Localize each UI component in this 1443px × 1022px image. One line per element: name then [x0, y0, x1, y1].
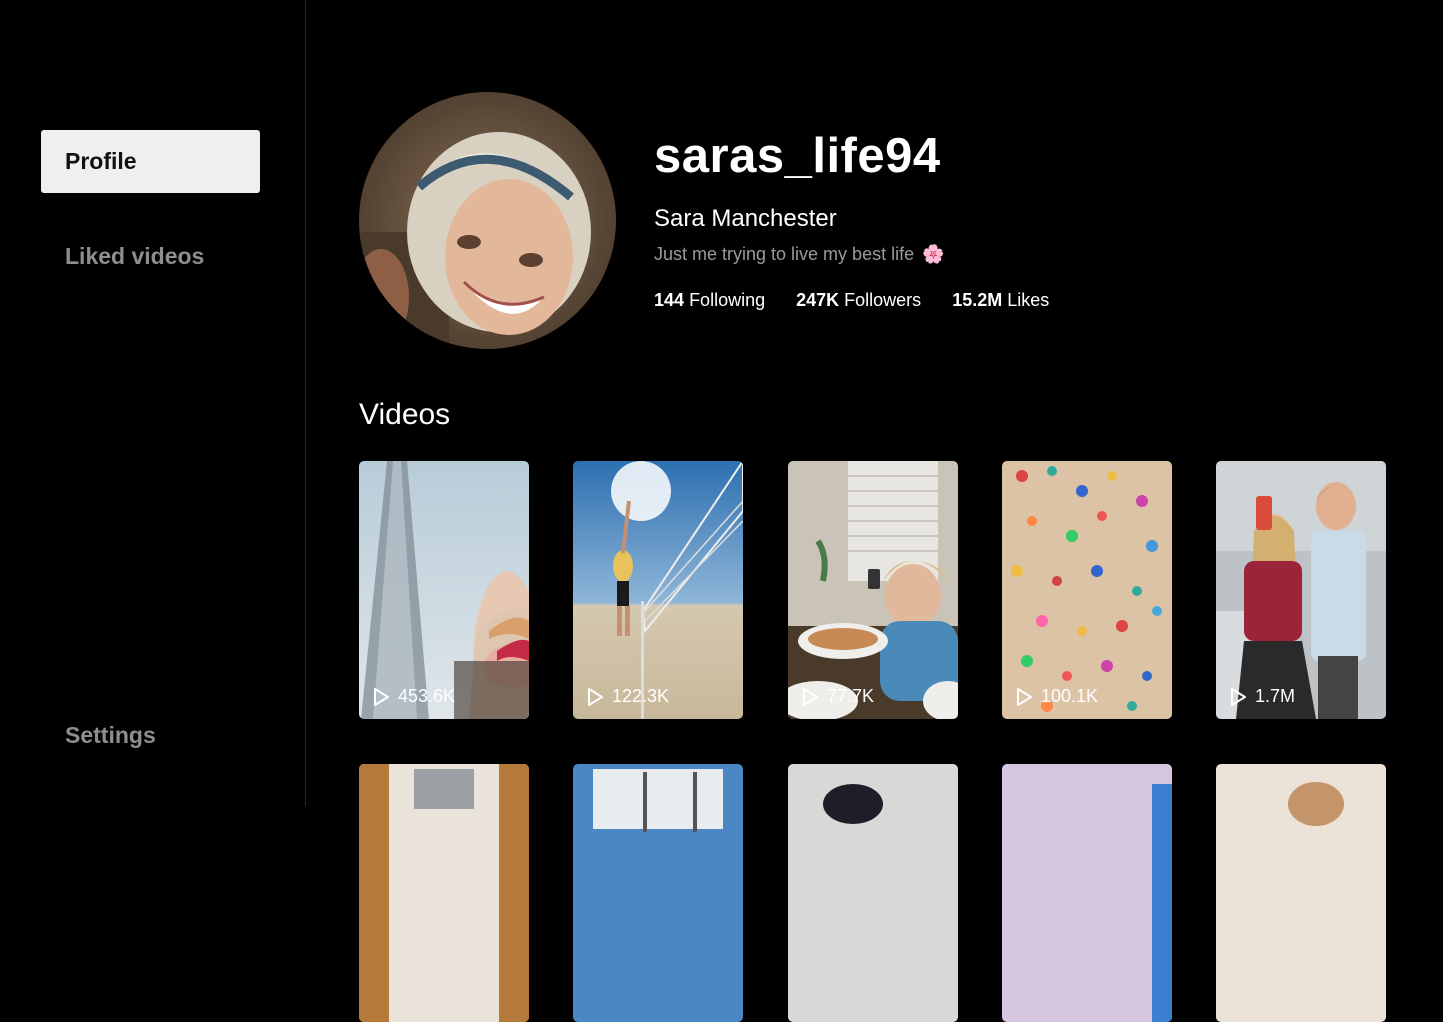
- stat-label: Following: [689, 290, 766, 310]
- view-count: 122.3K: [587, 686, 669, 707]
- video-thumbnail[interactable]: 77.7K: [788, 461, 958, 719]
- view-count-text: 122.3K: [612, 686, 670, 706]
- flower-emoji-icon: 🌸: [922, 244, 945, 264]
- sidebar-item-label: Profile: [65, 148, 137, 174]
- stat-label: Likes: [1007, 290, 1050, 310]
- video-thumbnail[interactable]: 122.3K: [573, 461, 743, 719]
- view-count-text: 453.6K: [398, 686, 456, 706]
- full-name: Sara Manchester: [654, 205, 837, 232]
- stat-value: 247K: [796, 290, 840, 310]
- view-count: 1.7M: [1230, 686, 1295, 707]
- sidebar-item-label: Settings: [65, 722, 156, 748]
- bio-text: Just me trying to live my best life: [654, 244, 915, 264]
- view-count-text: 77.7K: [827, 686, 875, 706]
- play-icon: [1231, 687, 1246, 706]
- video-thumbnail[interactable]: 100.1K: [1002, 461, 1172, 719]
- play-icon: [374, 687, 389, 706]
- video-thumbnail[interactable]: 1.7M: [1216, 461, 1386, 719]
- video-thumbnail[interactable]: [788, 764, 958, 1022]
- sidebar-item-liked-videos[interactable]: Liked videos: [41, 225, 260, 288]
- main-content: saras_life94 Sara Manchester Just me try…: [306, 0, 1443, 1022]
- stat-value: 15.2M: [952, 290, 1003, 310]
- play-icon: [588, 687, 603, 706]
- video-thumbnail[interactable]: [359, 764, 529, 1022]
- sidebar-item-profile[interactable]: Profile: [41, 130, 260, 193]
- video-thumbnail[interactable]: [1002, 764, 1172, 1022]
- view-count-text: 100.1K: [1041, 686, 1099, 706]
- view-count: 77.7K: [802, 686, 874, 707]
- video-thumbnail[interactable]: [1216, 764, 1386, 1022]
- stat-following: 144 Following: [654, 290, 765, 311]
- stat-value: 144: [654, 290, 685, 310]
- profile-stats: 144 Following 247K Followers 15.2M Likes: [654, 290, 1049, 311]
- stat-followers: 247K Followers: [796, 290, 921, 311]
- play-icon: [1017, 687, 1032, 706]
- stat-likes: 15.2M Likes: [952, 290, 1049, 311]
- view-count: 100.1K: [1016, 686, 1098, 707]
- avatar: [359, 92, 616, 349]
- view-count-text: 1.7M: [1255, 686, 1296, 706]
- play-icon: [803, 687, 818, 706]
- sidebar: Profile Liked videos Settings: [0, 0, 306, 806]
- bio: Just me trying to live my best life 🌸: [654, 244, 945, 265]
- sidebar-item-label: Liked videos: [65, 243, 205, 269]
- stat-label: Followers: [844, 290, 922, 310]
- username: saras_life94: [654, 129, 941, 183]
- videos-heading: Videos: [359, 398, 451, 431]
- view-count: 453.6K: [373, 686, 455, 707]
- video-thumbnail[interactable]: 453.6K: [359, 461, 529, 719]
- sidebar-item-settings[interactable]: Settings: [41, 704, 260, 767]
- video-thumbnail[interactable]: [573, 764, 743, 1022]
